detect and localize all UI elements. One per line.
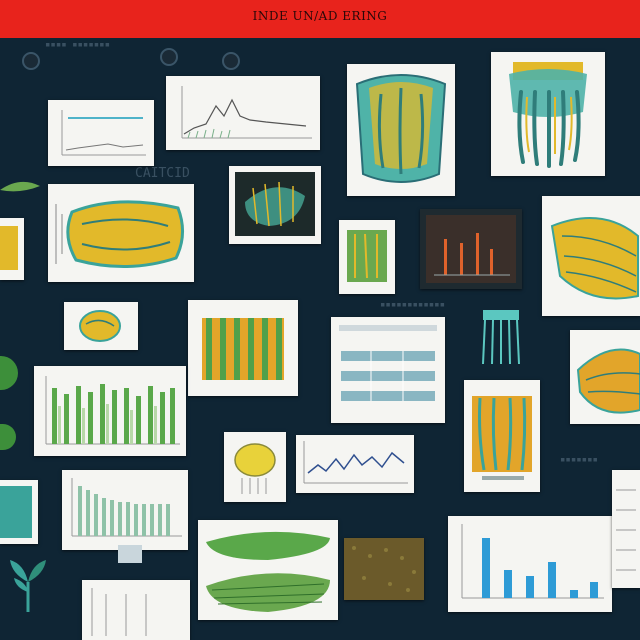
card-yellow-blob[interactable]	[48, 184, 194, 282]
card-green-leaves[interactable]	[198, 520, 338, 620]
card-dark-chart[interactable]	[420, 209, 522, 289]
bg-text: ▪▪▪▪ ▪▪▪▪▪▪▪	[45, 40, 111, 50]
card-leaf-2[interactable]	[570, 330, 640, 424]
card-bar-chart[interactable]	[34, 366, 186, 456]
leaf-svg	[0, 181, 40, 192]
bar-chart-thumb	[71, 478, 182, 537]
card-texture[interactable]	[344, 538, 424, 600]
card-edge-right[interactable]	[612, 470, 640, 588]
card-edge-left[interactable]	[0, 218, 24, 280]
card-bush[interactable]	[224, 432, 286, 502]
blob-thumb	[79, 310, 121, 342]
line-chart-thumb	[91, 588, 147, 636]
dark-chart-thumb	[426, 215, 516, 283]
framed-thumb	[235, 172, 315, 236]
header-title: INDE UN/AD ERING	[252, 9, 388, 23]
edge-thumb	[0, 486, 32, 538]
panel-thumb	[472, 396, 532, 480]
header-bar: INDE UN/AD ERING	[0, 0, 640, 38]
leaf-icon	[0, 176, 40, 196]
card-edge-teal[interactable]	[0, 480, 38, 544]
striped-thumb	[202, 318, 284, 380]
leaf-thumb	[550, 217, 639, 300]
card-green-small[interactable]	[339, 220, 395, 294]
bar-chart-thumb	[45, 376, 180, 445]
pin-icon	[22, 52, 40, 70]
anatomy-thumb	[355, 74, 447, 183]
leaf-icon	[0, 356, 18, 390]
plant-icon	[6, 552, 50, 612]
fringe-thumb	[482, 310, 520, 365]
pin-icon	[222, 52, 240, 70]
card-blue-line-chart[interactable]	[296, 435, 414, 493]
card-anatomy-2[interactable]	[491, 52, 605, 176]
texture-thumb	[352, 546, 416, 592]
anatomy-thumb	[509, 62, 587, 168]
card-line-chart[interactable]	[48, 100, 154, 166]
card-leaf-1[interactable]	[542, 196, 640, 316]
teal-fringe	[477, 310, 525, 366]
tag-label	[118, 545, 142, 563]
green-thumb	[347, 230, 387, 282]
line-chart-thumb	[61, 110, 146, 156]
card-blue-bars[interactable]	[448, 516, 612, 612]
card-striped[interactable]	[188, 300, 298, 396]
bg-text: CAITCID	[135, 166, 190, 181]
bg-text: ▪▪▪▪▪▪▪	[560, 455, 598, 465]
edge-thumb	[616, 489, 636, 571]
blob-thumb	[55, 200, 184, 269]
leaf-icon	[0, 424, 16, 450]
card-anatomy-1[interactable]	[347, 64, 455, 196]
card-orange-panel[interactable]	[464, 380, 540, 492]
card-gradient-bars[interactable]	[62, 470, 188, 550]
leaves-thumb	[206, 531, 330, 612]
bar-chart-thumb	[461, 524, 604, 599]
wave-chart-thumb	[181, 86, 312, 139]
line-chart-thumb	[303, 441, 408, 484]
bg-text: ▪▪▪▪▪▪▪▪▪▪▪▪	[380, 300, 446, 310]
card-small-blob[interactable]	[64, 302, 138, 350]
pin-icon	[160, 48, 178, 66]
edge-thumb	[0, 226, 18, 270]
leaf-thumb	[576, 348, 640, 414]
card-framed-image[interactable]	[229, 166, 321, 244]
card-table[interactable]	[331, 317, 445, 423]
table-thumb	[339, 325, 437, 401]
card-wave-chart[interactable]	[166, 76, 320, 150]
bush-thumb	[234, 443, 276, 494]
card-bottom-graph[interactable]	[82, 580, 190, 640]
plant-svg	[10, 560, 46, 612]
